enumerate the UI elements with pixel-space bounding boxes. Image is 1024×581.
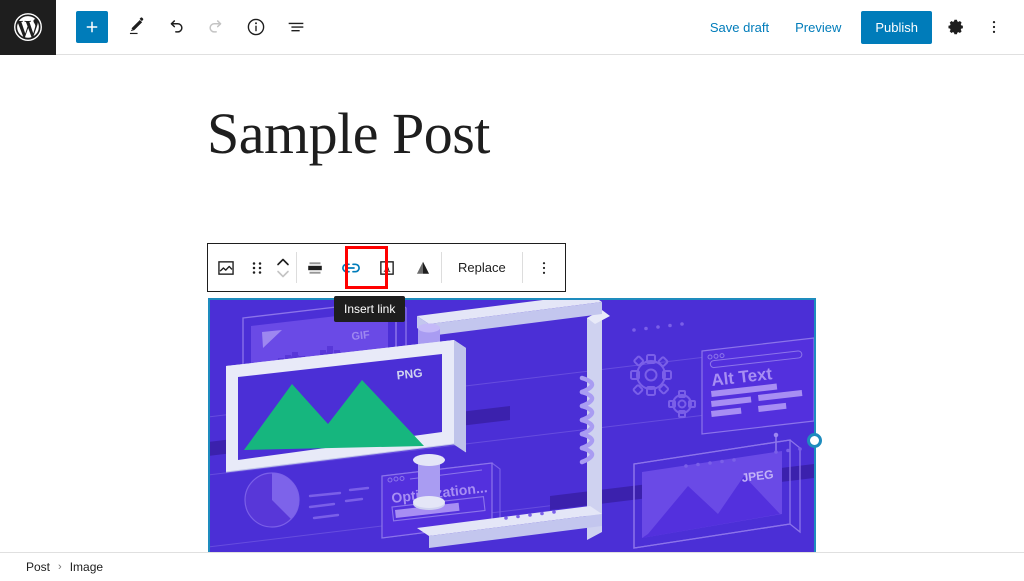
tooltip-insert-link: Insert link xyxy=(334,296,405,322)
breadcrumb: Post › Image xyxy=(0,552,1024,581)
align-button[interactable] xyxy=(297,244,333,291)
move-updown-button[interactable] xyxy=(270,244,296,291)
block-more-options-button[interactable] xyxy=(523,244,565,291)
editor-canvas: Sample Post xyxy=(0,55,1024,552)
edit-mode-button[interactable] xyxy=(118,9,154,45)
list-view-button[interactable] xyxy=(278,9,314,45)
breadcrumb-separator: › xyxy=(56,561,64,573)
block-toolbar-group-format: A xyxy=(297,244,441,291)
insert-link-button[interactable] xyxy=(333,244,369,291)
replace-button[interactable]: Replace xyxy=(442,244,522,291)
breadcrumb-item-image[interactable]: Image xyxy=(64,558,109,576)
details-button[interactable] xyxy=(238,9,274,45)
publish-button[interactable]: Publish xyxy=(861,11,932,44)
breadcrumb-item-post[interactable]: Post xyxy=(20,558,56,576)
preview-button[interactable]: Preview xyxy=(783,12,853,43)
page-title[interactable]: Sample Post xyxy=(207,105,490,163)
duotone-triangle-icon[interactable] xyxy=(405,244,441,291)
block-illustration: GIF xyxy=(210,300,814,552)
resize-handle-right[interactable] xyxy=(807,433,822,448)
block-type-image-button[interactable] xyxy=(208,244,244,291)
wordpress-logo-icon[interactable] xyxy=(0,0,56,55)
svg-text:GIF: GIF xyxy=(351,329,371,343)
redo-button[interactable] xyxy=(198,9,234,45)
block-toolbar: A Replace xyxy=(207,243,566,292)
save-draft-button[interactable]: Save draft xyxy=(698,12,781,43)
top-bar-right-tools: Save draft Preview Publish xyxy=(698,9,1012,45)
alt-text-button[interactable]: A xyxy=(369,244,405,291)
image-block[interactable]: GIF xyxy=(208,298,816,552)
block-toolbar-group-block xyxy=(208,244,296,291)
svg-text:A: A xyxy=(383,263,391,274)
gear-icon[interactable] xyxy=(938,9,974,45)
three-dots-vertical-icon[interactable] xyxy=(976,9,1012,45)
svg-text:PNG: PNG xyxy=(396,366,423,383)
undo-button[interactable] xyxy=(158,9,194,45)
drag-handle[interactable] xyxy=(244,244,270,291)
editor-top-bar: Save draft Preview Publish xyxy=(0,0,1024,55)
top-bar-left-tools xyxy=(76,9,314,45)
add-block-button[interactable] xyxy=(76,11,108,43)
